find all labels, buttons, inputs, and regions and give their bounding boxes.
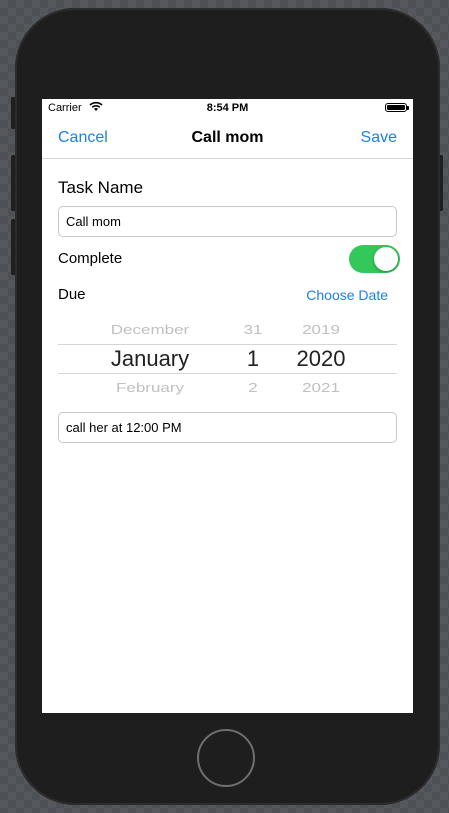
picker-month-prev[interactable]: December	[88, 323, 212, 338]
picker-year-selected[interactable]: 2020	[286, 346, 356, 372]
picker-day-prev[interactable]: 31	[233, 323, 273, 338]
choose-date-button[interactable]: Choose Date	[306, 287, 388, 303]
picker-year-prev[interactable]: 2019	[286, 323, 356, 338]
picker-day-next[interactable]: 2	[233, 381, 273, 396]
app-screen: Carrier 8:54 PM Cancel Call mom Save Tas…	[42, 99, 413, 713]
notes-input[interactable]: call her at 12:00 PM	[58, 412, 397, 443]
save-button[interactable]: Save	[361, 129, 397, 147]
navigation-bar: Cancel Call mom Save	[42, 117, 413, 159]
task-name-input[interactable]: Call mom	[58, 206, 397, 237]
task-name-label: Task Name	[58, 178, 144, 197]
toggle-knob	[374, 247, 398, 271]
date-picker[interactable]: December January February 31 1 2 2019 20…	[58, 321, 397, 395]
due-label: Due	[58, 286, 86, 303]
picker-month-next[interactable]: February	[88, 381, 212, 396]
status-time: 8:54 PM	[206, 102, 249, 114]
picker-year-next[interactable]: 2021	[286, 381, 356, 396]
picker-month-selected[interactable]: January	[88, 346, 212, 372]
battery-icon	[385, 103, 409, 112]
picker-day-selected[interactable]: 1	[233, 346, 273, 372]
complete-toggle[interactable]	[349, 245, 400, 273]
status-bar: Carrier 8:54 PM	[42, 99, 413, 117]
complete-label: Complete	[58, 250, 123, 267]
home-button[interactable]	[197, 729, 255, 787]
nav-title: Call mom	[191, 129, 264, 146]
